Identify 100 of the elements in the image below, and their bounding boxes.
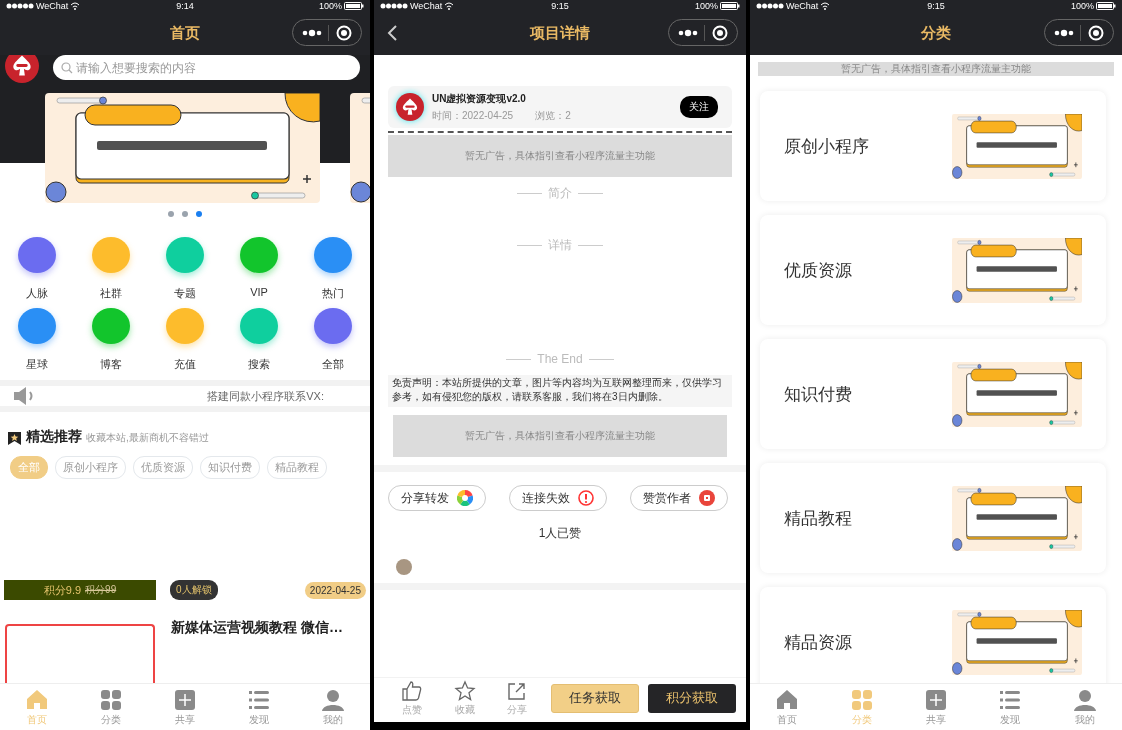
task-button[interactable]: 任务获取: [551, 683, 640, 713]
close-icon[interactable]: [711, 24, 728, 41]
follow-button[interactable]: 关注: [680, 96, 718, 118]
shortcut-icon[interactable]: [18, 237, 56, 273]
shortcut-label[interactable]: VIP: [250, 286, 268, 298]
post-title[interactable]: 新媒体运营视频教程 微信…: [171, 616, 343, 683]
battery-icon: [344, 2, 364, 10]
shortcut-label[interactable]: 人脉: [26, 286, 48, 301]
person-icon: [1072, 687, 1097, 712]
carrier-name: WeChat: [786, 0, 819, 12]
shortcut-label[interactable]: 充值: [174, 357, 196, 372]
section-subtitle: 收藏本站,最新商机不容错过: [86, 431, 209, 445]
clock-time: 9:15: [551, 0, 569, 12]
carousel-dot[interactable]: [196, 211, 202, 217]
carousel-dot[interactable]: [168, 211, 174, 217]
author-avatar: [396, 93, 424, 121]
battery-level: 100%: [318, 0, 342, 12]
back-icon[interactable]: [386, 24, 398, 42]
category-card[interactable]: 知识付费: [760, 339, 1106, 449]
plus-icon: [173, 687, 197, 712]
signal-icon: [380, 3, 408, 9]
plus-icon: [924, 687, 948, 712]
shortcut-icon[interactable]: [92, 308, 130, 344]
page-title: 项目详情: [530, 24, 590, 43]
disclaimer-text: 免责声明：本站所提供的文章，图片等内容均为互联网整理而来，仅供学习参考，如有侵犯您的版权，请联系客服，我们将在3日内删除。: [388, 375, 732, 407]
section-divider: 详情: [374, 233, 746, 257]
more-icon[interactable]: [302, 28, 323, 37]
category-label: 精品资源: [784, 631, 852, 654]
carrier-name: WeChat: [36, 0, 69, 12]
shortcut-icon[interactable]: [240, 237, 278, 273]
ad-banner: 暂无广告，具体指引查看小程序流量主功能: [388, 135, 732, 177]
category-label: 优质资源: [784, 259, 852, 282]
category-card[interactable]: 优质资源: [760, 215, 1106, 325]
shortcut-icon[interactable]: [314, 308, 352, 344]
category-label: 原创小程序: [784, 135, 869, 158]
thumbs-up-icon: [401, 679, 424, 702]
more-icon[interactable]: [1054, 28, 1075, 37]
post-time: 时间：2022-04-25: [432, 108, 514, 123]
search-icon: [61, 62, 73, 74]
close-icon[interactable]: [335, 24, 352, 41]
pinwheel-icon: [457, 490, 473, 506]
shortcut-label[interactable]: 博客: [100, 357, 122, 372]
search-field[interactable]: 请输入想要搜索的内容: [53, 55, 360, 80]
home-icon: [775, 687, 800, 712]
battery-icon: [720, 2, 740, 10]
shortcut-icon[interactable]: [314, 237, 352, 273]
shortcut-icon[interactable]: [18, 308, 56, 344]
section-title: 精选推荐: [26, 428, 82, 446]
ad-banner: 暂无广告，具体指引查看小程序流量主功能: [758, 62, 1114, 76]
category-card[interactable]: 原创小程序: [760, 91, 1106, 201]
person-icon: [321, 687, 345, 712]
more-icon[interactable]: [678, 28, 699, 37]
shortcut-label[interactable]: 搜索: [248, 357, 270, 372]
view-count: 浏览：2: [535, 108, 571, 123]
category-card[interactable]: 精品资源: [760, 587, 1106, 683]
clock-time: 9:14: [176, 0, 194, 12]
battery-level: 100%: [1070, 0, 1094, 12]
section-divider: The End: [374, 347, 746, 371]
user-avatar[interactable]: [396, 559, 412, 575]
author-name: UN虚拟资源变现v2.0: [432, 91, 527, 106]
page-title: 首页: [170, 24, 200, 43]
signal-icon: [6, 3, 34, 9]
shortcut-label[interactable]: 星球: [26, 357, 48, 372]
shortcut-label[interactable]: 热门: [322, 286, 344, 301]
signal-icon: [756, 3, 784, 9]
grid-icon: [849, 687, 874, 712]
category-label: 精品教程: [784, 507, 852, 530]
ad-banner: 暂无广告，具体指引查看小程序流量主功能: [393, 415, 727, 457]
shortcut-label[interactable]: 专题: [174, 286, 196, 301]
logo-icon: [5, 55, 39, 83]
star-icon: [453, 679, 476, 702]
wifi-icon: [820, 2, 831, 10]
action-button[interactable]: 连接失效: [509, 485, 607, 511]
shortcut-label[interactable]: 社群: [100, 286, 122, 301]
shortcut-label[interactable]: 全部: [322, 357, 344, 372]
notice-text: 搭建同款小程序联系VX:: [206, 388, 325, 404]
wifi-icon: [70, 2, 81, 10]
reward-icon: [699, 490, 715, 506]
shortcut-icon[interactable]: [166, 237, 204, 273]
points-button[interactable]: 积分获取: [648, 683, 736, 713]
carousel-dot[interactable]: [182, 211, 188, 217]
carrier-name: WeChat: [410, 0, 443, 12]
action-button[interactable]: 赞赏作者: [630, 485, 728, 511]
action-button[interactable]: 分享转发: [388, 485, 486, 511]
bookmark-icon: [7, 431, 22, 446]
thumbnail-image[interactable]: [5, 624, 155, 683]
like-count: 1人已赞: [537, 525, 583, 542]
home-icon: [25, 687, 49, 712]
unlock-count: 0人解锁: [170, 580, 218, 600]
original-price: 积分99: [85, 583, 117, 597]
category-card[interactable]: 精品教程: [760, 463, 1106, 573]
category-label: 知识付费: [784, 383, 852, 406]
wifi-icon: [444, 2, 455, 10]
page-title: 分类: [921, 24, 951, 43]
post-date: 2022-04-25: [304, 581, 366, 599]
battery-icon: [1096, 2, 1116, 10]
clock-time: 9:15: [927, 0, 945, 12]
shortcut-icon[interactable]: [240, 308, 278, 344]
close-icon[interactable]: [1087, 24, 1104, 41]
grid-icon: [99, 687, 123, 712]
